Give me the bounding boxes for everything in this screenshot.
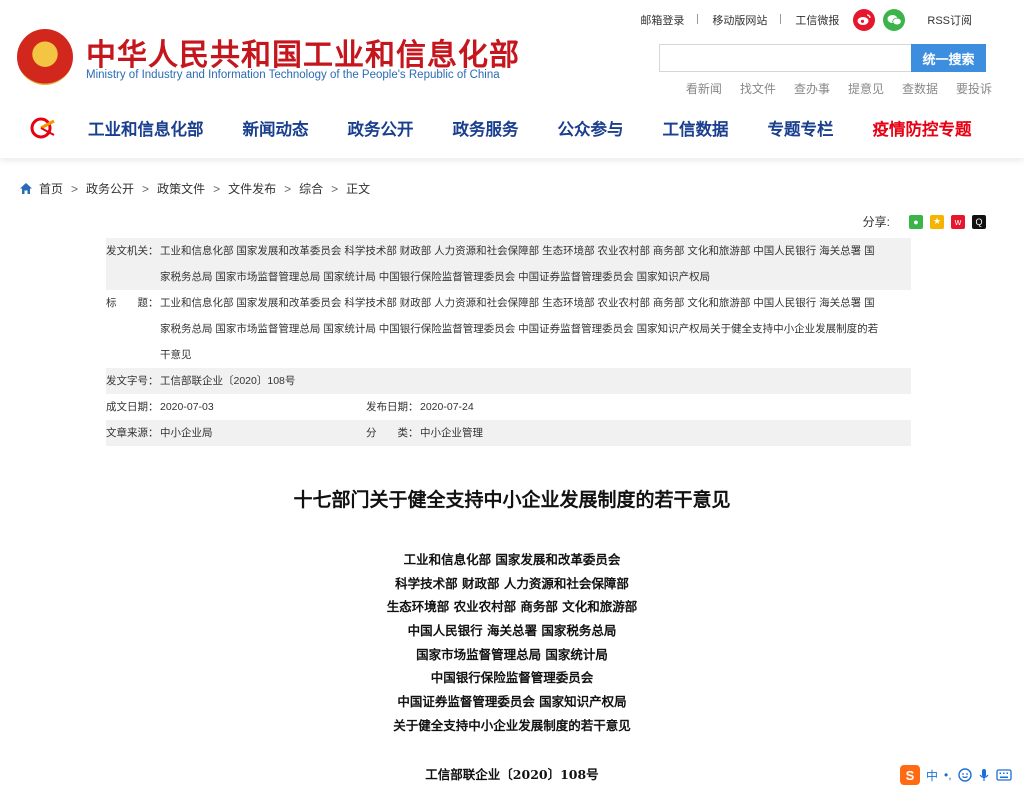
nav-item-public-participation[interactable]: 公众参与 xyxy=(558,116,624,140)
search-button[interactable]: 统一搜索 xyxy=(911,44,986,72)
meta-value-title: 工业和信息化部 国家发展和改革委员会 科学技术部 财政部 人力资源和社会保障部 … xyxy=(160,290,911,368)
breadcrumb-policy-files[interactable]: 政策文件 xyxy=(157,180,205,197)
breadcrumb-separator: > xyxy=(142,181,150,196)
weibo-icon[interactable] xyxy=(853,9,876,31)
share-label: 分享: xyxy=(862,215,890,229)
meta-label: 分 类： xyxy=(366,427,419,439)
nav-item-epidemic[interactable]: 疫情防控专题 xyxy=(873,116,972,140)
meta-value-category: 中小企业管理 xyxy=(420,427,483,439)
meta-value-docno: 工信部联企业〔2020〕108号 xyxy=(160,375,296,387)
breadcrumb-separator: > xyxy=(213,181,221,196)
breadcrumb-home[interactable]: 首页 xyxy=(39,180,63,197)
site-header: 中华人民共和国工业和信息化部 Ministry of Industry and … xyxy=(0,0,1024,158)
nav-item-gov-affairs[interactable]: 政务公开 xyxy=(348,116,414,140)
meta-value-issuer: 工业和信息化部 国家发展和改革委员会 科学技术部 财政部 人力资源和社会保障部 … xyxy=(160,238,911,290)
nav-item-miit[interactable]: 工业和信息化部 xyxy=(88,116,204,140)
wechat-icon[interactable] xyxy=(883,9,906,31)
meta-row-title: 标 题： 工业和信息化部 国家发展和改革委员会 科学技术部 财政部 人力资源和社… xyxy=(106,290,911,368)
nav-item-data[interactable]: 工信数据 xyxy=(663,116,729,140)
article-doc-number: 工信部联企业〔2020〕108号 xyxy=(425,767,599,782)
meta-label: 发布日期： xyxy=(366,401,419,413)
nav-item-news[interactable]: 新闻动态 xyxy=(243,116,309,140)
qzone-icon[interactable]: ★ xyxy=(930,214,944,229)
site-title[interactable]: 中华人民共和国工业和信息化部 xyxy=(86,30,520,74)
keyboard-icon[interactable] xyxy=(995,769,1012,781)
nav-item-gov-services[interactable]: 政务服务 xyxy=(453,116,519,140)
quick-link-services[interactable]: 查办事 xyxy=(794,80,830,97)
national-emblem-icon xyxy=(17,29,73,85)
issuer-line: 中国证券监督管理委员会 国家知识产权局 xyxy=(397,694,627,710)
quick-link-complaint[interactable]: 要投诉 xyxy=(956,80,992,97)
breadcrumb-current: 正文 xyxy=(346,182,371,196)
nav-item-topics[interactable]: 专题专栏 xyxy=(768,116,834,140)
article-issuers: 工业和信息化部 国家发展和改革委员会 科学技术部 财政部 人力资源和社会保障部 … xyxy=(0,548,1024,738)
rss-link[interactable]: RSS订阅 xyxy=(913,12,986,28)
mail-login-link[interactable]: 邮箱登录 xyxy=(626,12,699,28)
quick-links: 看新闻 找文件 查办事 提意见 查数据 要投诉 xyxy=(686,80,992,97)
meta-row-docno: 发文字号： 工信部联企业〔2020〕108号 xyxy=(106,368,911,394)
site-subtitle: Ministry of Industry and Information Tec… xyxy=(86,69,500,81)
article-title: 十七部门关于健全支持中小企业发展制度的若干意见 xyxy=(293,490,731,511)
sogou-logo-icon[interactable]: S xyxy=(900,765,920,785)
meta-label: 发文机关： xyxy=(106,245,159,257)
meta-value-line: 干意见 xyxy=(160,349,192,361)
share-bar: 分享: ● ★ w Q xyxy=(863,213,986,230)
microphone-icon[interactable] xyxy=(978,768,990,782)
quick-link-data[interactable]: 查数据 xyxy=(902,80,938,97)
meta-row-issuer: 发文机关： 工业和信息化部 国家发展和改革委员会 科学技术部 财政部 人力资源和… xyxy=(106,238,911,290)
issuer-line: 国家市场监督管理总局 国家统计局 xyxy=(416,646,608,662)
document-meta-table: 发文机关： 工业和信息化部 国家发展和改革委员会 科学技术部 财政部 人力资源和… xyxy=(106,238,911,446)
meta-row-dates: 成文日期： 2020-07-03 发布日期： 2020-07-24 xyxy=(106,394,911,420)
meta-label: 标 题： xyxy=(106,297,159,309)
meta-value-source: 中小企业局 xyxy=(160,427,213,439)
meta-value-line: 家税务总局 国家市场监督管理总局 国家统计局 中国银行保险监督管理委员会 中国证… xyxy=(160,323,879,335)
quick-link-feedback[interactable]: 提意见 xyxy=(848,80,884,97)
emoji-icon[interactable] xyxy=(957,768,972,782)
meta-value-line: 工业和信息化部 国家发展和改革委员会 科学技术部 财政部 人力资源和社会保障部 … xyxy=(160,297,875,309)
breadcrumb: 首页 > 政务公开 > 政策文件 > 文件发布 > 综合 > 正文 xyxy=(19,180,370,197)
meta-value-published: 2020-07-24 xyxy=(420,401,474,413)
ime-mode-toggle[interactable]: 中 xyxy=(926,767,938,784)
issuer-line: 关于健全支持中小企业发展制度的若干意见 xyxy=(393,717,631,733)
breadcrumb-general[interactable]: 综合 xyxy=(299,180,323,197)
main-nav: 工业和信息化部 新闻动态 政务公开 政务服务 公众参与 工信数据 专题专栏 疫情… xyxy=(0,112,1024,144)
meta-value-line: 家税务总局 国家市场监督管理总局 国家统计局 中国银行保险监督管理委员会 中国证… xyxy=(160,271,711,283)
meta-label: 成文日期： xyxy=(106,401,159,413)
meta-row-source: 文章来源： 中小企业局 分 类： 中小企业管理 xyxy=(106,420,911,446)
weibao-link[interactable]: 工信微报 xyxy=(781,12,853,28)
meta-value-line: 工业和信息化部 国家发展和改革委员会 科学技术部 财政部 人力资源和社会保障部 … xyxy=(160,245,875,257)
breadcrumb-separator: > xyxy=(71,181,79,196)
issuer-line: 科学技术部 财政部 人力资源和社会保障部 xyxy=(395,575,629,591)
quick-link-news[interactable]: 看新闻 xyxy=(686,80,722,97)
meta-value-created: 2020-07-03 xyxy=(160,401,214,413)
quick-link-files[interactable]: 找文件 xyxy=(740,80,776,97)
issuer-line: 生态环境部 农业农村部 商务部 文化和旅游部 xyxy=(386,599,638,615)
search-input[interactable] xyxy=(659,44,911,72)
issuer-line: 中国银行保险监督管理委员会 xyxy=(430,670,594,686)
ime-punct-toggle[interactable]: •, xyxy=(944,768,952,782)
mobile-site-link[interactable]: 移动版网站 xyxy=(698,12,782,28)
wechat-icon[interactable]: ● xyxy=(909,214,923,229)
meta-label: 文章来源： xyxy=(106,427,159,439)
meta-label: 发文字号： xyxy=(106,375,159,387)
breadcrumb-separator: > xyxy=(284,181,292,196)
qq-icon[interactable]: Q xyxy=(972,214,986,229)
ime-toolbar: S 中 •, xyxy=(900,764,1018,785)
breadcrumb-separator: > xyxy=(331,181,339,196)
miit-logo-icon[interactable] xyxy=(30,117,56,139)
issuer-line: 中国人民银行 海关总署 国家税务总局 xyxy=(407,623,617,639)
top-links: 邮箱登录 移动版网站 工信微报 RSS订阅 xyxy=(626,9,986,31)
home-icon[interactable] xyxy=(19,182,33,195)
issuer-line: 工业和信息化部 国家发展和改革委员会 xyxy=(403,552,621,567)
weibo-icon[interactable]: w xyxy=(951,214,965,229)
breadcrumb-gov-affairs[interactable]: 政务公开 xyxy=(86,180,134,197)
breadcrumb-file-release[interactable]: 文件发布 xyxy=(228,180,276,197)
